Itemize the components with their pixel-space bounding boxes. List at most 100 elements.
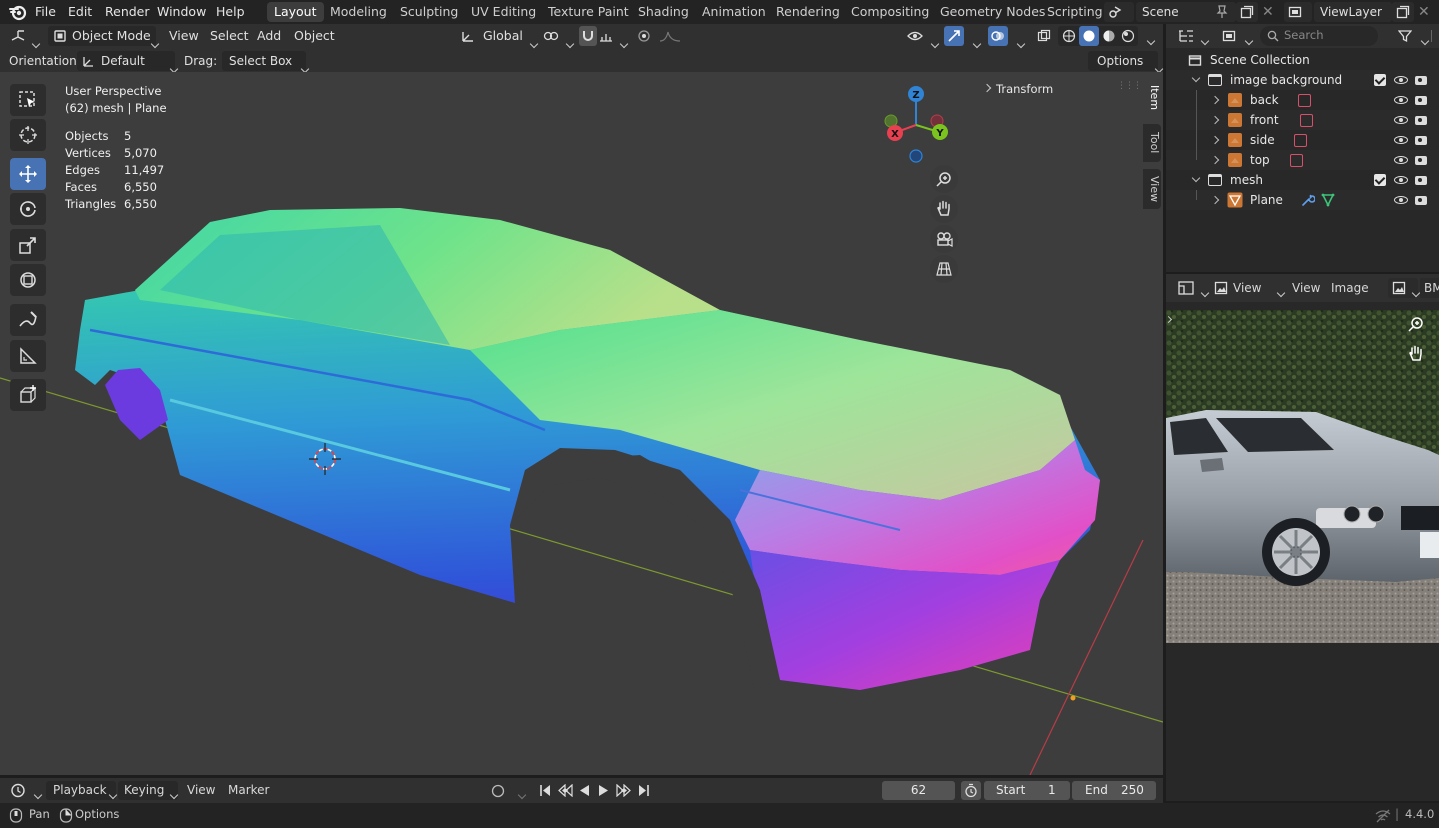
rendered-shading-icon[interactable] (1121, 29, 1135, 43)
outliner-row-plane[interactable]: Plane (1166, 190, 1439, 210)
overlays-toggle[interactable] (988, 26, 1026, 49)
expand-toolbar-arrow[interactable] (1164, 310, 1173, 330)
sidebar-tab-view[interactable]: View (1143, 169, 1161, 209)
shading-options-chevron[interactable] (1146, 36, 1156, 46)
tab-shading[interactable]: Shading (631, 2, 696, 22)
image-browse-button[interactable] (1388, 278, 1421, 298)
render-camera-icon[interactable] (1415, 156, 1427, 165)
menu-file[interactable]: File (35, 3, 56, 21)
scene-browse-button[interactable] (1104, 2, 1134, 22)
snap-toggle[interactable] (579, 26, 597, 46)
timeline-menu-marker[interactable]: Marker (228, 781, 269, 800)
playback-dropdown[interactable]: Playback (46, 781, 118, 800)
transform-panel-header[interactable]: Transform ⋮⋮⋮ (976, 79, 1142, 101)
proportional-editing-toggle[interactable] (636, 26, 654, 46)
sidebar-tab-tool[interactable]: Tool (1143, 124, 1161, 162)
viewport-scene[interactable] (0, 72, 1163, 775)
drag-dropdown[interactable]: Select Box (222, 51, 310, 74)
timeline-editor-type-button[interactable] (8, 781, 43, 800)
render-camera-icon[interactable] (1415, 196, 1427, 205)
menu-select[interactable]: Select (210, 26, 249, 46)
image-data-icon[interactable] (1294, 134, 1307, 147)
image-data-icon[interactable] (1300, 114, 1313, 127)
transform-orientation-dropdown[interactable]: Global (459, 26, 539, 49)
blender-logo-icon[interactable] (9, 3, 27, 21)
include-checkbox[interactable] (1374, 174, 1386, 186)
eye-icon[interactable] (1394, 76, 1408, 84)
tab-compositing[interactable]: Compositing (844, 2, 936, 22)
reference-photo[interactable] (1166, 310, 1439, 643)
menu-render[interactable]: Render (105, 3, 150, 21)
drag-handle-icon[interactable]: ⋮⋮⋮ (1117, 81, 1142, 91)
wireframe-shading-icon[interactable] (1062, 29, 1076, 43)
image-data-icon[interactable] (1290, 154, 1303, 167)
render-camera-icon[interactable] (1415, 96, 1427, 105)
ortho-toggle-button[interactable] (930, 255, 958, 283)
outliner-row-side[interactable]: side (1166, 130, 1439, 150)
snap-target-dropdown[interactable] (599, 26, 629, 49)
tab-uv-editing[interactable]: UV Editing (464, 2, 543, 22)
mode-dropdown[interactable]: Object Mode (48, 26, 160, 49)
solid-shading-button[interactable] (1079, 26, 1099, 46)
jump-to-start-icon[interactable] (539, 784, 551, 797)
image-editor-menu-image[interactable]: Image (1331, 278, 1369, 298)
outliner-row-back[interactable]: back (1166, 90, 1439, 110)
image-zoom-button[interactable] (1404, 312, 1428, 336)
orientation-dropdown[interactable]: Default (77, 51, 179, 74)
rotate-tool[interactable] (10, 193, 46, 225)
image-name-field[interactable]: BM (1420, 278, 1439, 298)
eye-icon[interactable] (1394, 196, 1408, 204)
filter-dropdown[interactable] (1396, 26, 1430, 46)
outliner-search-input[interactable]: Search (1260, 26, 1378, 46)
expand-arrow-icon[interactable] (1210, 95, 1220, 105)
tab-scripting[interactable]: Scripting (1040, 2, 1110, 22)
scale-tool[interactable] (10, 229, 46, 261)
options-dropdown[interactable]: Options (1088, 51, 1164, 74)
jump-to-keyframe-back-icon[interactable] (557, 784, 573, 797)
render-camera-icon[interactable] (1415, 136, 1427, 145)
display-mode-dropdown[interactable] (1220, 26, 1254, 46)
eye-icon[interactable] (1394, 116, 1408, 124)
menu-view[interactable]: View (169, 26, 199, 46)
pan-button[interactable] (930, 195, 958, 223)
tab-geometry-nodes[interactable]: Geometry Nodes (933, 2, 1052, 22)
menu-add[interactable]: Add (257, 26, 281, 46)
image-pan-button[interactable] (1404, 342, 1428, 366)
expand-arrow-icon[interactable] (1210, 195, 1220, 205)
menu-window[interactable]: Window (157, 3, 206, 21)
pin-icon[interactable] (1216, 5, 1228, 19)
outliner-row-front[interactable]: front (1166, 110, 1439, 130)
move-tool[interactable] (10, 158, 46, 190)
tab-layout[interactable]: Layout (267, 2, 324, 22)
render-camera-icon[interactable] (1415, 176, 1427, 185)
navigation-gizmo[interactable]: Z X Y (880, 84, 952, 166)
camera-view-button[interactable] (930, 225, 958, 253)
view-layer-field[interactable]: ViewLayer (1314, 2, 1392, 22)
select-box-tool[interactable] (10, 84, 46, 116)
menu-edit[interactable]: Edit (68, 3, 92, 21)
delete-view-layer-icon[interactable]: ✕ (1418, 4, 1430, 20)
tab-rendering[interactable]: Rendering (769, 2, 847, 22)
add-cube-tool[interactable] (10, 379, 46, 411)
expand-arrow-icon[interactable] (1210, 155, 1220, 165)
expand-arrow-icon[interactable] (1210, 135, 1220, 145)
collapse-arrow-icon[interactable] (1191, 73, 1201, 83)
cursor-tool[interactable] (10, 119, 46, 151)
gizmo-toggle[interactable] (944, 26, 982, 49)
annotate-tool[interactable] (10, 304, 46, 336)
menu-object[interactable]: Object (294, 26, 335, 46)
eye-icon[interactable] (1394, 136, 1408, 144)
sidebar-tab-item[interactable]: Item (1143, 79, 1161, 117)
view-layer-browse-button[interactable] (1284, 2, 1312, 22)
end-frame-field[interactable]: End 250 (1072, 781, 1156, 800)
visibility-dropdown[interactable] (906, 26, 940, 49)
start-frame-field[interactable]: Start 1 (984, 781, 1070, 800)
jump-to-end-icon[interactable] (638, 784, 650, 797)
timeline-menu-view[interactable]: View (187, 781, 215, 800)
outliner-row-top[interactable]: top (1166, 150, 1439, 170)
tab-texture-paint[interactable]: Texture Paint (541, 2, 636, 22)
include-checkbox[interactable] (1374, 74, 1386, 86)
wrench-modifier-icon[interactable] (1301, 193, 1315, 207)
material-shading-icon[interactable] (1102, 29, 1116, 43)
eye-icon[interactable] (1394, 96, 1408, 104)
